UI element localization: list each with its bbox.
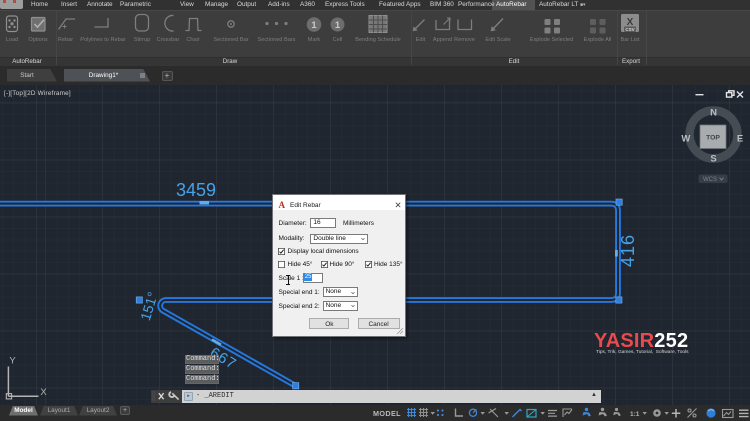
svg-text:S: S: [710, 154, 716, 165]
svg-text:Y: Y: [9, 356, 16, 367]
svg-text:1: 1: [311, 20, 317, 31]
svg-text:N: N: [710, 107, 717, 118]
svg-text:X: X: [40, 387, 47, 398]
svg-text:1:1: 1:1: [630, 411, 640, 418]
svg-text:CSV: CSV: [625, 27, 634, 32]
svg-text:W: W: [681, 133, 690, 144]
svg-text:TOP: TOP: [706, 135, 720, 142]
svg-text:WCS: WCS: [703, 177, 717, 183]
svg-text:E: E: [737, 133, 743, 144]
svg-text:1: 1: [335, 20, 341, 31]
